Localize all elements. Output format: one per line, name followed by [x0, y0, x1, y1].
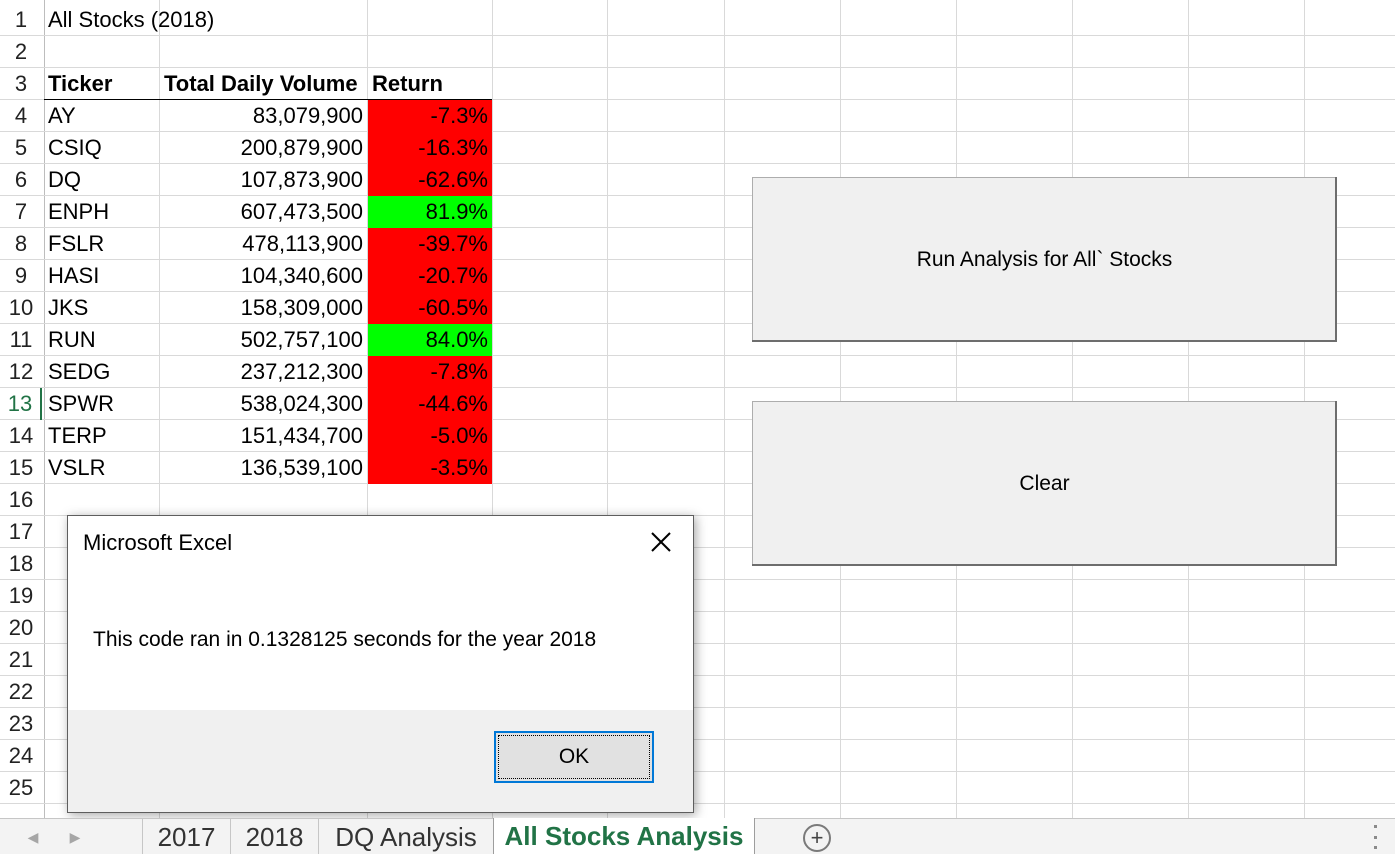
sheet-tab-bar: ◀ ▶ 2017 2018 DQ Analysis All Stocks Ana…: [0, 818, 1395, 854]
row-headers: 1 2 3 4 5 6 7 8 9 10 11 12 13 14 15 16 17 18 19 20 21 22 23 24 2…: [0, 0, 44, 818]
row-header[interactable]: 16: [0, 484, 42, 516]
ticker-cell[interactable]: CSIQ: [44, 132, 159, 164]
row-header[interactable]: 11: [0, 324, 42, 356]
ticker-cell[interactable]: SPWR: [44, 388, 159, 420]
row-header[interactable]: 25: [0, 772, 42, 804]
row-header[interactable]: 3: [0, 68, 42, 100]
sheet-title-cell[interactable]: All Stocks (2018): [44, 4, 364, 36]
volume-cell[interactable]: 104,340,600: [160, 260, 367, 292]
volume-cell[interactable]: 151,434,700: [160, 420, 367, 452]
volume-cell[interactable]: 607,473,500: [160, 196, 367, 228]
row-header[interactable]: 14: [0, 420, 42, 452]
dialog-title: Microsoft Excel: [83, 530, 233, 555]
ticker-cell[interactable]: DQ: [44, 164, 159, 196]
return-cell[interactable]: 84.0%: [368, 324, 492, 356]
ticker-cell[interactable]: FSLR: [44, 228, 159, 260]
row-header[interactable]: 13: [0, 388, 42, 420]
row-header[interactable]: 15: [0, 452, 42, 484]
return-cell[interactable]: -7.3%: [368, 100, 492, 132]
return-cell[interactable]: -16.3%: [368, 132, 492, 164]
volume-cell[interactable]: 83,079,900: [160, 100, 367, 132]
volume-cell[interactable]: 502,757,100: [160, 324, 367, 356]
row-header[interactable]: 17: [0, 516, 42, 548]
ticker-cell[interactable]: ENPH: [44, 196, 159, 228]
row-header[interactable]: 6: [0, 164, 42, 196]
volume-cell[interactable]: 237,212,300: [160, 356, 367, 388]
row-header[interactable]: 9: [0, 260, 42, 292]
close-icon-glyph: [651, 532, 671, 552]
return-cell[interactable]: -20.7%: [368, 260, 492, 292]
volume-cell[interactable]: 200,879,900: [160, 132, 367, 164]
close-icon[interactable]: [639, 522, 683, 562]
run-analysis-label: Run Analysis for All` Stocks: [916, 247, 1173, 271]
ticker-cell[interactable]: TERP: [44, 420, 159, 452]
return-cell[interactable]: 81.9%: [368, 196, 492, 228]
row-header[interactable]: 1: [0, 4, 42, 36]
tab-all-stocks-analysis[interactable]: All Stocks Analysis: [493, 818, 755, 854]
row-header[interactable]: 7: [0, 196, 42, 228]
row-header[interactable]: 4: [0, 100, 42, 132]
row-header[interactable]: 23: [0, 708, 42, 740]
scroll-tabs-left-icon[interactable]: ◀: [18, 819, 48, 855]
row-header[interactable]: 12: [0, 356, 42, 388]
ticker-cell[interactable]: HASI: [44, 260, 159, 292]
ticker-cell[interactable]: RUN: [44, 324, 159, 356]
row-header[interactable]: 20: [0, 612, 42, 644]
clear-label: Clear: [1019, 471, 1070, 495]
header-return[interactable]: Return: [368, 68, 492, 100]
message-box-dialog: Microsoft Excel This code ran in 0.13281…: [67, 515, 694, 813]
return-cell[interactable]: -60.5%: [368, 292, 492, 324]
row-header[interactable]: 10: [0, 292, 42, 324]
ok-button[interactable]: OK: [494, 731, 654, 783]
header-ticker[interactable]: Ticker: [44, 68, 159, 100]
clear-button[interactable]: Clear: [752, 401, 1337, 566]
more-options-icon[interactable]: [1370, 825, 1380, 849]
return-cell[interactable]: -44.6%: [368, 388, 492, 420]
dialog-message: This code ran in 0.1328125 seconds for t…: [93, 628, 597, 651]
ok-label: OK: [558, 745, 590, 768]
ticker-cell[interactable]: JKS: [44, 292, 159, 324]
ticker-cell[interactable]: SEDG: [44, 356, 159, 388]
return-cell[interactable]: -5.0%: [368, 420, 492, 452]
plus-circle-icon[interactable]: +: [803, 824, 831, 852]
row-header[interactable]: 24: [0, 740, 42, 772]
scroll-tabs-right-icon[interactable]: ▶: [60, 819, 90, 855]
volume-cell[interactable]: 538,024,300: [160, 388, 367, 420]
dialog-footer: OK: [68, 710, 693, 812]
return-cell[interactable]: -39.7%: [368, 228, 492, 260]
return-cell[interactable]: -7.8%: [368, 356, 492, 388]
ticker-cell[interactable]: AY: [44, 100, 159, 132]
return-cell[interactable]: -3.5%: [368, 452, 492, 484]
volume-cell[interactable]: 158,309,000: [160, 292, 367, 324]
volume-cell[interactable]: 136,539,100: [160, 452, 367, 484]
row-header[interactable]: 19: [0, 580, 42, 612]
volume-cell[interactable]: 478,113,900: [160, 228, 367, 260]
row-header[interactable]: 21: [0, 644, 42, 676]
header-total-daily-volume[interactable]: Total Daily Volume: [160, 68, 368, 100]
row-header[interactable]: 2: [0, 36, 42, 68]
volume-cell[interactable]: 107,873,900: [160, 164, 367, 196]
return-cell[interactable]: -62.6%: [368, 164, 492, 196]
row-header[interactable]: 22: [0, 676, 42, 708]
tab-2017[interactable]: 2017: [142, 819, 230, 854]
row-header[interactable]: 5: [0, 132, 42, 164]
row-header[interactable]: 8: [0, 228, 42, 260]
run-analysis-button[interactable]: Run Analysis for All` Stocks: [752, 177, 1337, 342]
tab-2018[interactable]: 2018: [230, 819, 318, 854]
tab-dq-analysis[interactable]: DQ Analysis: [318, 819, 493, 854]
ticker-cell[interactable]: VSLR: [44, 452, 159, 484]
row-header[interactable]: 18: [0, 548, 42, 580]
